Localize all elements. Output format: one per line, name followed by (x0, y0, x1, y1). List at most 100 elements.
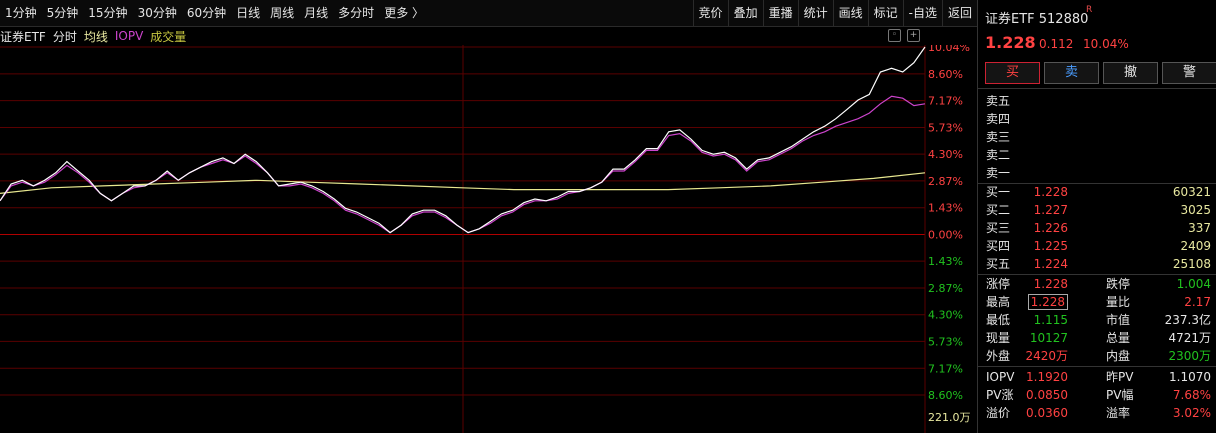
bid-volume: 25108 (1172, 257, 1211, 271)
stat-label: 跌停 (1106, 277, 1131, 291)
legend-intraday[interactable]: 分时 (53, 28, 77, 45)
tool-button[interactable]: 标记 (867, 0, 903, 26)
stat-label: 最高 (986, 295, 1011, 309)
stat-value: 2.17 (1184, 295, 1211, 309)
ask-label: 卖一 (986, 166, 1011, 180)
tool-button[interactable]: 画线 (832, 0, 868, 26)
bid-price: 1.227 (1033, 203, 1068, 217)
stat-label: IOPV (986, 370, 1015, 384)
bid-row: 买二 1.227 3025 (978, 201, 1216, 219)
period-tab[interactable]: 15分钟 (83, 0, 132, 26)
stat-value: 0.0360 (1026, 406, 1068, 420)
cancel-button[interactable]: 撤 (1103, 62, 1158, 84)
trade-buttons: 买 卖 撤 警 (985, 62, 1216, 84)
add-indicator-icon[interactable]: + (907, 29, 920, 42)
pct-tick-label: 4.30% (928, 148, 963, 161)
stat-label: 内盘 (1106, 349, 1131, 363)
stat-row: IOPV 1.1920 昨PV 1.1070 (978, 368, 1216, 386)
pct-tick-label: 10.04% (928, 45, 970, 54)
stat-value: 1.004 (1176, 277, 1211, 291)
security-name: 证券ETF 512880 (985, 12, 1089, 27)
bid-volume: 337 (1188, 221, 1211, 235)
pct-tick-label: 1.43% (928, 255, 963, 268)
stat-row: 外盘 2420万 内盘 2300万 (978, 347, 1216, 365)
stat-row: 溢价 0.0360 溢率 3.02% (978, 404, 1216, 422)
stat-row: PV涨 0.0850 PV幅 7.68% (978, 386, 1216, 404)
stat-value: 1.228 (1033, 277, 1068, 291)
period-tab[interactable]: 1分钟 (0, 0, 42, 26)
bid-label: 买三 (986, 221, 1011, 235)
stat-value: 2420万 (1025, 349, 1068, 363)
quote-panel: 证券ETF 512880 R 1.228 0.112 10.04% 买 卖 撤 … (977, 0, 1216, 433)
bid-row: 买一 1.228 60321 (978, 183, 1216, 201)
period-tab[interactable]: 多分时 (333, 0, 379, 26)
period-tab[interactable]: 周线 (265, 0, 299, 26)
stat-value: 1.1920 (1026, 370, 1068, 384)
tool-button[interactable]: 返回 (941, 0, 977, 26)
intraday-chart[interactable]: 10.04% 8.60% 7.17% 5.73% 4.30% 2.87% 1.43% 0.00… (0, 45, 977, 433)
ask-row: 卖五 (978, 92, 1216, 110)
period-tab[interactable]: 日线 (231, 0, 265, 26)
pct-tick-label: 7.17% (928, 362, 963, 375)
ask-label: 卖四 (986, 112, 1011, 126)
stat-value: 4721万 (1168, 331, 1211, 345)
legend-iopv[interactable]: IOPV (115, 29, 143, 43)
legend-avg[interactable]: 均线 (84, 28, 108, 45)
pct-tick-label: 1.43% (928, 202, 963, 215)
pct-tick-label: 5.73% (928, 121, 963, 134)
stat-value: 3.02% (1172, 406, 1211, 420)
pct-tick-label: 8.60% (928, 68, 963, 81)
bid-price: 1.225 (1033, 239, 1068, 253)
pct-tick-label: 7.17% (928, 95, 963, 108)
bid-label: 买四 (986, 239, 1011, 253)
period-tab[interactable]: 月线 (299, 0, 333, 26)
ask-label: 卖三 (986, 130, 1011, 144)
stat-label: 溢率 (1106, 406, 1131, 420)
chart-tools: 竞价 叠加 重播 统计 画线 标记 -自选 返回 (692, 0, 977, 26)
period-tab[interactable]: 60分钟 (182, 0, 231, 26)
chart-toolbar: 1分钟 5分钟 15分钟 30分钟 60分钟 日线 周线 月线 多分时 更多 〉 竞价 叠加 重播 统计… (0, 0, 977, 27)
bid-volume: 2409 (1180, 239, 1211, 253)
legend-name: 证券ETF (0, 29, 46, 44)
tool-button[interactable]: 叠加 (727, 0, 763, 26)
pct-tick-label: 5.73% (928, 335, 963, 348)
period-tab[interactable]: 5分钟 (42, 0, 84, 26)
price-change: 0.112 (1039, 37, 1074, 51)
sell-button[interactable]: 卖 (1044, 62, 1099, 84)
stat-label: 最低 (986, 313, 1011, 327)
stat-value: 7.68% (1172, 388, 1211, 402)
period-tab[interactable]: 更多 〉 (379, 0, 429, 26)
bid-volume: 3025 (1180, 203, 1211, 217)
ask-row: 卖三 (978, 128, 1216, 146)
volume-max-label: 221.0万 (928, 411, 971, 424)
alert-button[interactable]: 警 (1162, 62, 1216, 84)
tool-button[interactable]: -自选 (902, 0, 942, 26)
legend-vol[interactable]: 成交量 (150, 28, 186, 45)
stat-value: 1.1070 (1169, 370, 1211, 384)
stat-value: 1.228 (1027, 293, 1068, 311)
bid-price: 1.226 (1033, 221, 1068, 235)
stat-value: 1.115 (1033, 313, 1068, 327)
tool-button[interactable]: 竞价 (692, 0, 728, 26)
stat-label: 市值 (1106, 313, 1131, 327)
stat-value: 0.0850 (1026, 388, 1068, 402)
stat-label: PV幅 (1106, 388, 1134, 402)
stat-row: 最高 1.228 量比 2.17 (978, 293, 1216, 311)
period-tab[interactable]: 30分钟 (133, 0, 182, 26)
pct-tick-label: 4.30% (928, 309, 963, 322)
ask-row: 卖二 (978, 146, 1216, 164)
settings-icon[interactable]: ◦ (888, 29, 901, 42)
stat-label: 昨PV (1106, 370, 1134, 384)
price-change-pct: 10.04% (1083, 37, 1129, 51)
bid-price: 1.224 (1033, 257, 1068, 271)
bid-price: 1.228 (1033, 185, 1068, 199)
pct-tick-label: 2.87% (928, 282, 963, 295)
tool-button[interactable]: 统计 (797, 0, 833, 26)
tool-button[interactable]: 重播 (762, 0, 798, 26)
bid-row: 买五 1.224 25108 (978, 255, 1216, 273)
stat-value: 2300万 (1168, 349, 1211, 363)
pct-tick-label: 8.60% (928, 389, 963, 402)
stat-row: 现量 10127 总量 4721万 (978, 329, 1216, 347)
buy-button[interactable]: 买 (985, 62, 1040, 84)
chart-legend: 证券ETF 分时 均线 IOPV 成交量 (0, 27, 193, 45)
